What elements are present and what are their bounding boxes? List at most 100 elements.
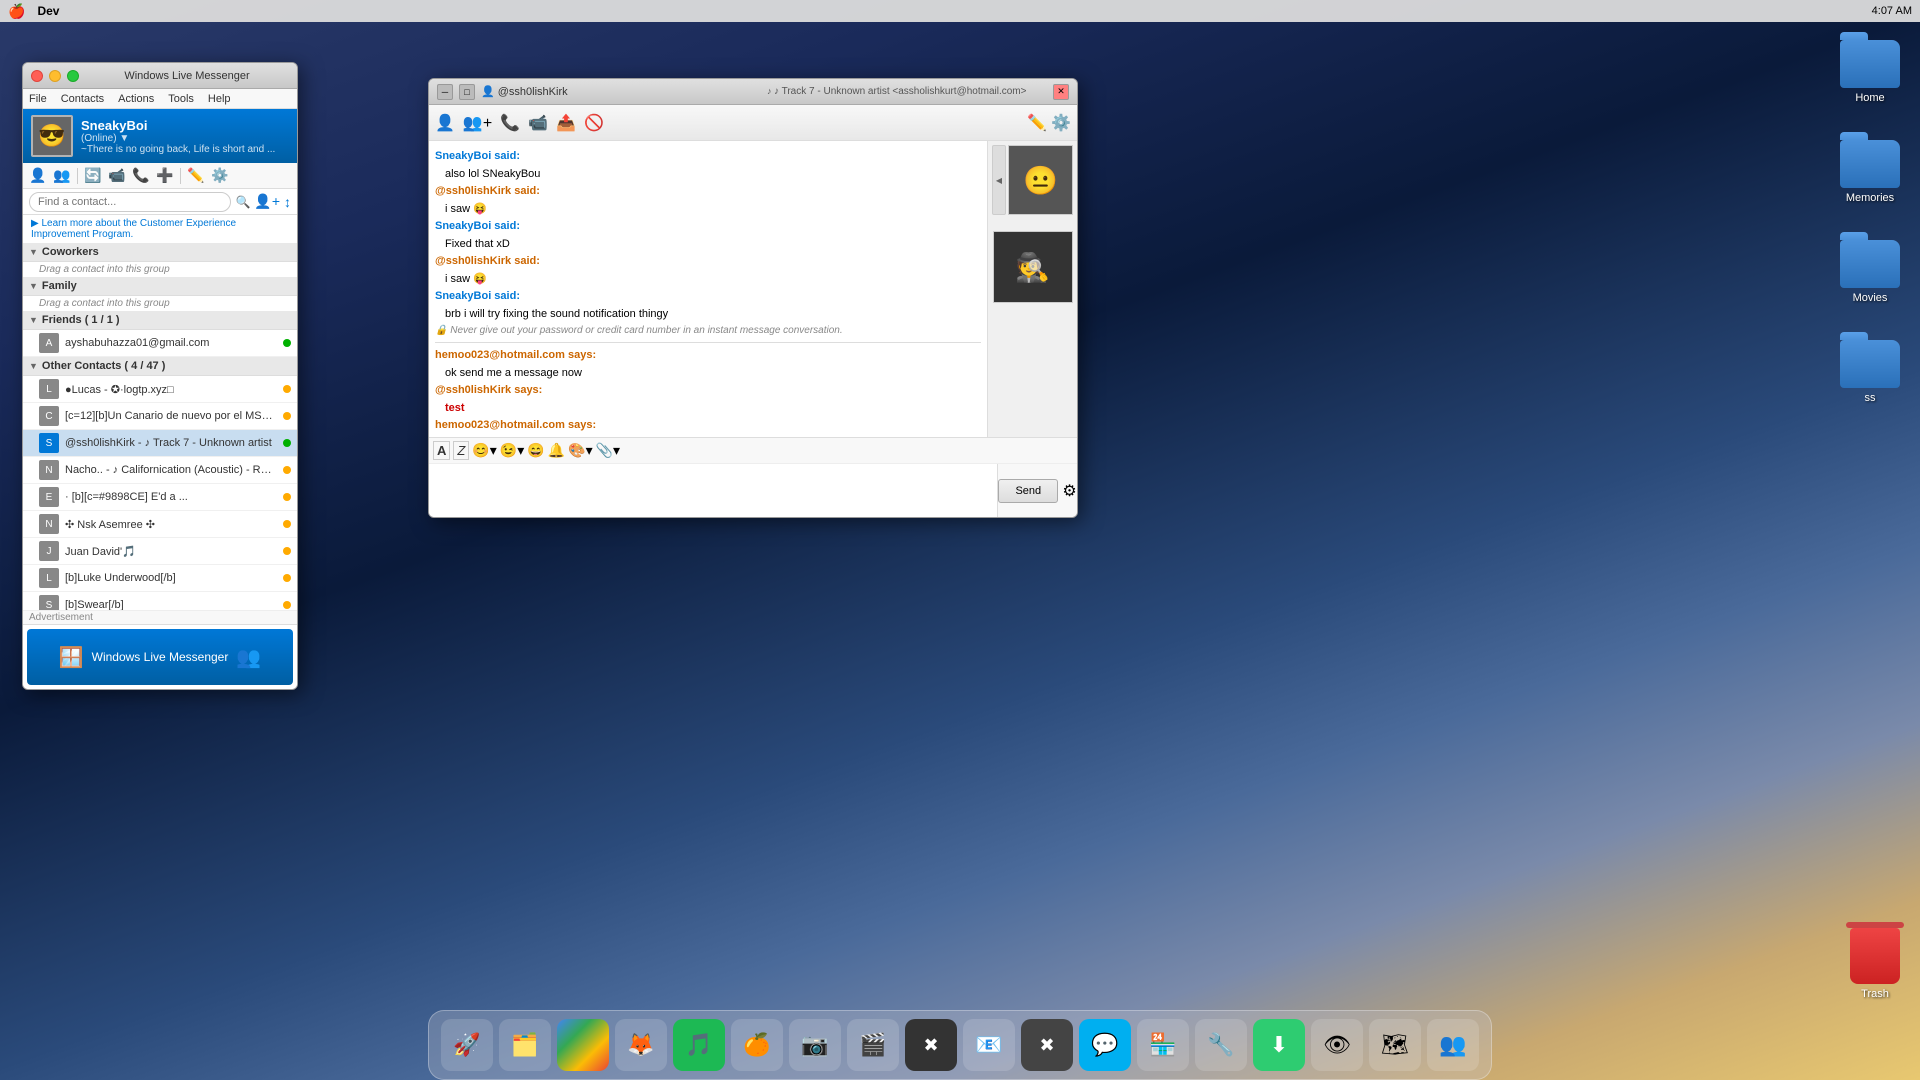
- contact-e[interactable]: E · [b][c=#9898CE] E'd a ...: [23, 484, 297, 511]
- menu-tools[interactable]: Tools: [166, 93, 196, 105]
- apple-menu[interactable]: 🍎: [8, 3, 25, 20]
- dock-item-store[interactable]: 🏪: [1137, 1019, 1189, 1071]
- search-input[interactable]: [29, 192, 231, 212]
- dock-item-video[interactable]: 🎬: [847, 1019, 899, 1071]
- contact-nsk[interactable]: N ✣ Nsk Asemree ✣: [23, 511, 297, 538]
- desktop-icon-movies[interactable]: Movies: [1840, 240, 1900, 304]
- desktop-icon-memories[interactable]: Memories: [1840, 140, 1900, 204]
- desktop-icon-ss[interactable]: ss: [1840, 340, 1900, 404]
- contact-sshkirk[interactable]: S @ssh0lishKirk - ♪ Track 7 - Unknown ar…: [23, 430, 297, 457]
- format-emoticon[interactable]: 😄: [527, 442, 544, 459]
- search-icon[interactable]: 🔍: [235, 195, 250, 209]
- msg-2-text: i saw 😝: [435, 201, 981, 218]
- dock-item-x2[interactable]: ✖: [1021, 1019, 1073, 1071]
- contact-canario[interactable]: C [c=12][b]Un Canario de nuevo por el MS…: [23, 403, 297, 430]
- dock-item-maps[interactable]: 🗺: [1369, 1019, 1421, 1071]
- format-font-z[interactable]: Z: [453, 441, 469, 460]
- dock-item-chrome[interactable]: 🌐: [557, 1019, 609, 1071]
- chat-video-icon[interactable]: 📹: [528, 113, 548, 133]
- format-insert[interactable]: 📎▾: [596, 442, 620, 459]
- format-color[interactable]: 🎨▾: [568, 442, 592, 459]
- chat-restore-button[interactable]: □: [459, 84, 475, 100]
- contact-lucas[interactable]: L ●Lucas - ✪·logtp.xyz□: [23, 376, 297, 403]
- sort-icon[interactable]: ↕: [284, 194, 291, 210]
- messenger-profile: 😎 SneakyBoi (Online) ▼ ~There is no goin…: [23, 109, 297, 163]
- contact-ayshabuhazza[interactable]: A ayshabuhazza01@gmail.com: [23, 330, 297, 357]
- group-other-contacts[interactable]: ▼ Other Contacts ( 4 / 47 ): [23, 357, 297, 376]
- minimize-button[interactable]: [49, 70, 61, 82]
- dock-item-x1[interactable]: ✖: [905, 1019, 957, 1071]
- dock-item-tool1[interactable]: 🔧: [1195, 1019, 1247, 1071]
- chat-edit-icon[interactable]: ✏️: [1027, 113, 1047, 133]
- send-button[interactable]: Send: [998, 479, 1058, 503]
- dock-item-spotify[interactable]: 🎵: [673, 1019, 725, 1071]
- msg-2-content: i saw 😝: [445, 203, 487, 215]
- add-contact-icon[interactable]: 👤+: [254, 193, 280, 210]
- trash-icon[interactable]: Trash: [1850, 928, 1900, 1000]
- msg-5-content: brb i will try fixing the sound notifica…: [445, 308, 668, 320]
- menu-file[interactable]: File: [27, 93, 49, 105]
- dock-item-messenger[interactable]: 👥: [1427, 1019, 1479, 1071]
- desktop-icon-label-memories: Memories: [1846, 192, 1894, 204]
- toolbar-icon-2[interactable]: 👥: [51, 165, 73, 187]
- contact-luke[interactable]: L [b]Luke Underwood[/b]: [23, 565, 297, 592]
- contact-status-e: [283, 493, 291, 501]
- toolbar-icon-4[interactable]: 📹: [106, 165, 128, 187]
- contact-swear[interactable]: S [b]Swear[/b]: [23, 592, 297, 610]
- maximize-button[interactable]: [67, 70, 79, 82]
- toolbar-icon-5[interactable]: 📞: [130, 165, 152, 187]
- dock-item-photos[interactable]: 📷: [789, 1019, 841, 1071]
- menu-help[interactable]: Help: [206, 93, 233, 105]
- dock-item-mail[interactable]: 📧: [963, 1019, 1015, 1071]
- format-wink[interactable]: 😉▾: [500, 442, 524, 459]
- contact-name-sshkirk: @ssh0lishKirk - ♪ Track 7 - Unknown arti…: [65, 437, 277, 449]
- chat-block-icon[interactable]: 🚫: [584, 113, 604, 133]
- format-emoji[interactable]: 😊▾: [472, 442, 496, 459]
- dock-item-download[interactable]: ⬇: [1253, 1019, 1305, 1071]
- cx-program-link[interactable]: ▶ Learn more about the Customer Experien…: [23, 215, 297, 243]
- sidebar-top: ◀ 😐: [992, 145, 1073, 215]
- dock-item-orange[interactable]: 🍊: [731, 1019, 783, 1071]
- sidebar-collapse-icon[interactable]: ◀: [992, 145, 1006, 215]
- menu-bar: 🍎 Dev 4:07 AM: [0, 0, 1920, 22]
- messenger-ad[interactable]: 🪟 Windows Live Messenger 👥: [23, 624, 297, 689]
- chat-textarea[interactable]: [429, 464, 997, 517]
- format-font-a[interactable]: A: [433, 441, 450, 460]
- messenger-title: Windows Live Messenger: [85, 70, 289, 82]
- contact-juan[interactable]: J Juan David'🎵: [23, 538, 297, 565]
- contact-status-juan: [283, 547, 291, 555]
- group-friends[interactable]: ▼ Friends ( 1 / 1 ): [23, 311, 297, 330]
- toolbar-icon-settings[interactable]: ⚙️: [209, 165, 231, 187]
- dock-item-rocket[interactable]: 🚀: [441, 1019, 493, 1071]
- menubar-item[interactable]: Dev: [37, 4, 59, 18]
- chat-close-button[interactable]: ✕: [1053, 84, 1069, 100]
- profile-avatar[interactable]: 😎: [31, 115, 73, 157]
- toolbar-icon-3[interactable]: 🔄: [82, 165, 104, 187]
- menu-actions[interactable]: Actions: [116, 93, 156, 105]
- close-button[interactable]: [31, 70, 43, 82]
- chat-options-icon[interactable]: ⚙️: [1051, 113, 1071, 133]
- desktop-icon-home[interactable]: Home: [1840, 40, 1900, 104]
- menu-contacts[interactable]: Contacts: [59, 93, 106, 105]
- profile-status[interactable]: (Online) ▼: [81, 133, 289, 144]
- chat-call-icon[interactable]: 📞: [500, 113, 520, 133]
- toolbar-icon-edit[interactable]: ✏️: [185, 165, 207, 187]
- group-coworkers[interactable]: ▼ Coworkers: [23, 243, 297, 262]
- chat-minimize-button[interactable]: ─: [437, 84, 453, 100]
- dock-item-firefox[interactable]: 🦊: [615, 1019, 667, 1071]
- dock-item-finder[interactable]: 🗂️: [499, 1019, 551, 1071]
- dock-item-eye[interactable]: 👁: [1311, 1019, 1363, 1071]
- contact-nacho[interactable]: N Nacho.. - ♪ Californication (Acoustic)…: [23, 457, 297, 484]
- dock-item-skype[interactable]: 💬: [1079, 1019, 1131, 1071]
- friends-label: Friends ( 1 / 1 ): [42, 314, 120, 326]
- chat-add-icon[interactable]: 👥+: [463, 113, 492, 133]
- chat-window: ─ □ 👤 @ssh0lishKirk ♪ ♪ Track 7 - Unknow…: [428, 78, 1078, 518]
- group-family[interactable]: ▼ Family: [23, 277, 297, 296]
- chat-share-icon[interactable]: 📤: [556, 113, 576, 133]
- toolbar-icon-6[interactable]: ➕: [154, 165, 176, 187]
- toolbar-icon-1[interactable]: 👤: [27, 165, 49, 187]
- chat-options-btn[interactable]: ⚙: [1062, 481, 1076, 501]
- msg-2-who: @ssh0lishKirk said:: [435, 185, 540, 197]
- format-nudge[interactable]: 🔔: [548, 442, 565, 459]
- contact-avatar-lucas: L: [39, 379, 59, 399]
